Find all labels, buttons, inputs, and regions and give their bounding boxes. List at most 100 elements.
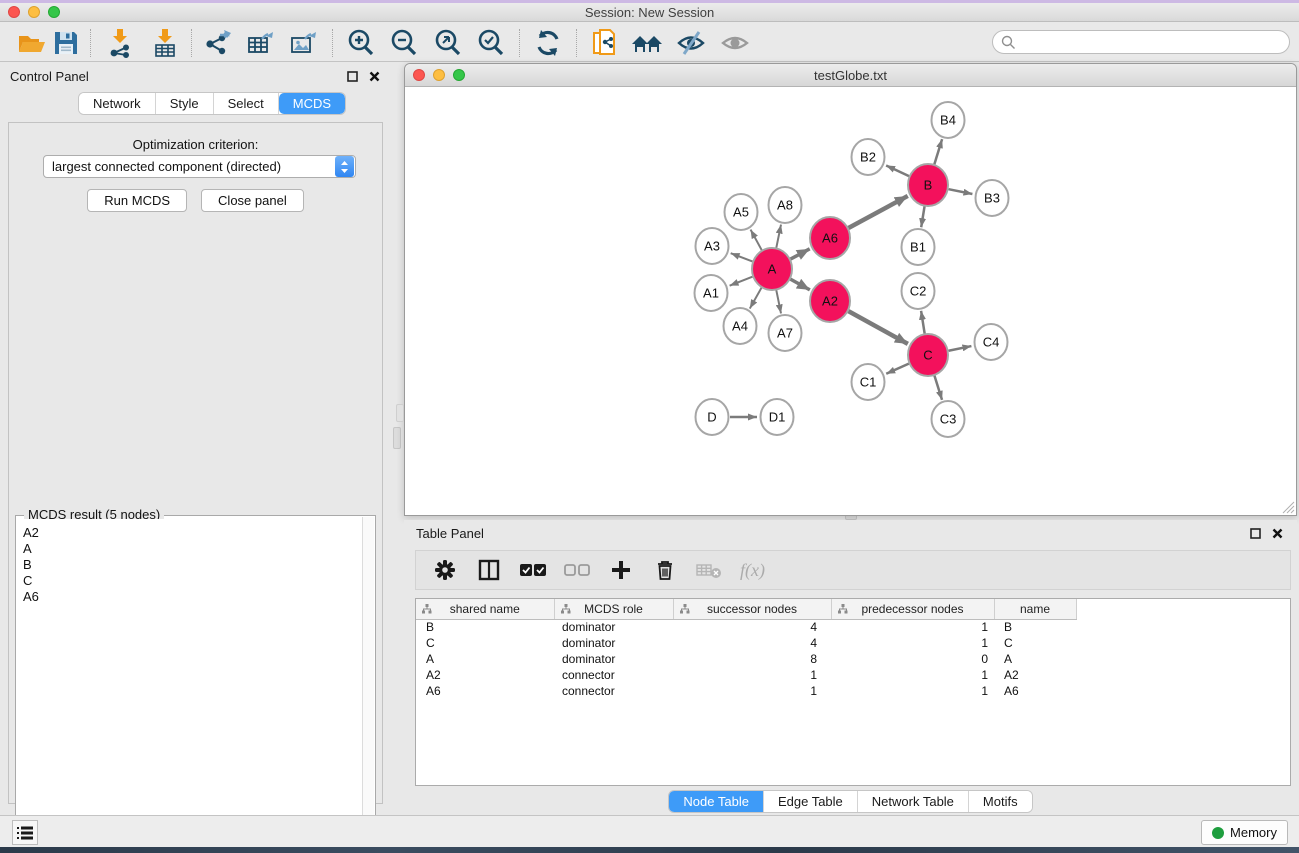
mcds-result-item[interactable]: A6 [23, 589, 362, 605]
import-network-icon[interactable] [104, 27, 136, 59]
zoom-out-icon[interactable] [388, 27, 420, 59]
graph-node-A3[interactable]: A3 [696, 228, 729, 264]
mcds-result-item[interactable]: A2 [23, 525, 362, 541]
table-cell[interactable]: 1 [673, 683, 831, 699]
table-cell[interactable]: A [994, 651, 1076, 667]
show-columns-icon[interactable] [476, 557, 502, 583]
graph-node-C2[interactable]: C2 [902, 273, 935, 309]
hide-selected-icon[interactable] [675, 27, 707, 59]
table-row[interactable]: A2connector11A2 [416, 667, 1076, 683]
column-header-successor-nodes[interactable]: successor nodes [673, 599, 831, 619]
table-cell[interactable]: 1 [831, 683, 994, 699]
mcds-result-item[interactable]: C [23, 573, 362, 589]
graph-node-B[interactable]: B [908, 164, 948, 206]
graph-edge-A-A3[interactable] [731, 253, 753, 261]
export-network-icon[interactable] [202, 27, 234, 59]
close-table-panel-icon[interactable] [1269, 525, 1285, 541]
graph-edge-B-B2[interactable] [886, 165, 909, 176]
table-cell[interactable]: A2 [994, 667, 1076, 683]
table-cell[interactable]: B [994, 619, 1076, 635]
task-history-button[interactable] [12, 820, 38, 845]
table-cell[interactable]: 1 [831, 619, 994, 635]
export-image-icon[interactable] [288, 27, 320, 59]
graph-edge-A-A1[interactable] [730, 277, 753, 286]
close-panel-button[interactable]: Close panel [201, 189, 304, 212]
mcds-result-scrollbar[interactable] [362, 517, 374, 853]
clone-network-icon[interactable] [589, 27, 621, 59]
graph-edge-A-A2[interactable] [790, 279, 809, 290]
table-cell[interactable]: C [416, 635, 554, 651]
graph-edge-A-A7[interactable] [776, 290, 781, 314]
graph-edge-A-A5[interactable] [751, 230, 762, 251]
graph-node-B4[interactable]: B4 [932, 102, 965, 138]
open-session-icon[interactable] [16, 27, 48, 59]
graph-edge-B-B1[interactable] [921, 206, 924, 228]
home-views-icon[interactable] [631, 27, 663, 59]
graph-edge-C-C3[interactable] [934, 375, 942, 400]
table-row[interactable]: Cdominator41C [416, 635, 1076, 651]
float-panel-icon[interactable] [344, 68, 360, 84]
import-table-icon[interactable] [149, 27, 181, 59]
graph-edge-A-A6[interactable] [791, 249, 810, 259]
graph-edge-B-B4[interactable] [934, 139, 942, 165]
table-row[interactable]: A6connector11A6 [416, 683, 1076, 699]
select-all-icon[interactable] [520, 557, 546, 583]
table-row[interactable]: Bdominator41B [416, 619, 1076, 635]
column-header-name[interactable]: name [994, 599, 1076, 619]
graph-node-A2[interactable]: A2 [810, 280, 850, 322]
table-cell[interactable]: dominator [554, 635, 673, 651]
delete-column-icon[interactable] [652, 557, 678, 583]
table-cell[interactable]: A6 [994, 683, 1076, 699]
show-selected-icon[interactable] [719, 27, 751, 59]
graph-edge-C-C2[interactable] [921, 311, 925, 334]
table-cell[interactable]: 1 [673, 667, 831, 683]
zoom-in-icon[interactable] [345, 27, 377, 59]
graph-node-A1[interactable]: A1 [695, 275, 728, 311]
criterion-dropdown[interactable]: largest connected component (directed) [43, 155, 356, 178]
graph-edge-A-A8[interactable] [776, 225, 781, 249]
graph-edge-A6-B[interactable] [848, 196, 907, 228]
graph-node-A5[interactable]: A5 [725, 194, 758, 230]
graph-node-C1[interactable]: C1 [852, 364, 885, 400]
zoom-fit-icon[interactable] [432, 27, 464, 59]
table-cell[interactable]: 8 [673, 651, 831, 667]
deselect-all-icon[interactable] [564, 557, 590, 583]
graph-edge-A-A4[interactable] [750, 287, 762, 308]
tab-select[interactable]: Select [214, 93, 279, 114]
graph-node-D[interactable]: D [696, 399, 729, 435]
table-cell[interactable]: dominator [554, 619, 673, 635]
run-mcds-button[interactable]: Run MCDS [87, 189, 187, 212]
graph-node-A7[interactable]: A7 [769, 315, 802, 351]
graph-node-A8[interactable]: A8 [769, 187, 802, 223]
table-cell[interactable]: 4 [673, 619, 831, 635]
tab-mcds[interactable]: MCDS [279, 93, 345, 114]
graph-edge-A2-C[interactable] [848, 311, 907, 344]
table-cell[interactable]: A [416, 651, 554, 667]
mcds-result-item[interactable]: B [23, 557, 362, 573]
tab-network[interactable]: Network [79, 93, 156, 114]
table-cell[interactable]: dominator [554, 651, 673, 667]
search-input[interactable] [1016, 32, 1289, 52]
table-settings-icon[interactable] [432, 557, 458, 583]
mcds-result-item[interactable]: A [23, 541, 362, 557]
float-table-panel-icon[interactable] [1247, 525, 1263, 541]
graph-edge-C-C1[interactable] [886, 364, 909, 374]
graph-node-B1[interactable]: B1 [902, 229, 935, 265]
tab-node-table[interactable]: Node Table [669, 791, 764, 812]
graph-edge-B-B3[interactable] [949, 189, 973, 194]
table-cell[interactable]: 4 [673, 635, 831, 651]
graph-node-A4[interactable]: A4 [724, 308, 757, 344]
apply-layout-icon[interactable] [532, 27, 564, 59]
column-header-predecessor-nodes[interactable]: predecessor nodes [831, 599, 994, 619]
delete-table-icon[interactable] [696, 557, 722, 583]
add-column-icon[interactable] [608, 557, 634, 583]
table-cell[interactable]: connector [554, 667, 673, 683]
network-graph[interactable]: B4B2B3A5A8A3B1A1C2A4A7C4C1DD1C3BA6AA2C [405, 87, 1296, 515]
column-header-MCDS-role[interactable]: MCDS role [554, 599, 673, 619]
table-cell[interactable]: C [994, 635, 1076, 651]
table-cell[interactable]: 1 [831, 635, 994, 651]
zoom-selected-icon[interactable] [475, 27, 507, 59]
graph-node-A6[interactable]: A6 [810, 217, 850, 259]
table-cell[interactable]: 1 [831, 667, 994, 683]
column-header-shared-name[interactable]: shared name [416, 599, 554, 619]
